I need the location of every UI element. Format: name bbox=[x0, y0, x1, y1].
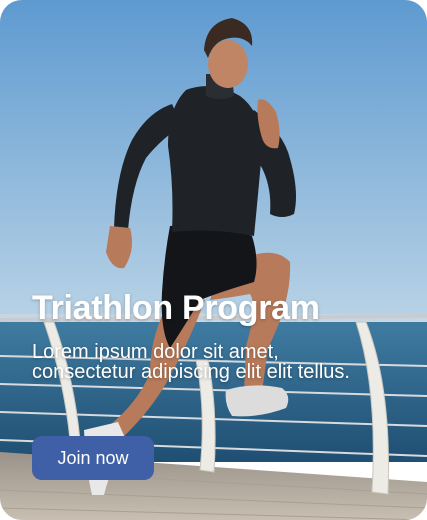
card-content: Triathlon Program Lorem ipsum dolor sit … bbox=[32, 286, 402, 480]
join-now-button[interactable]: Join now bbox=[32, 436, 154, 480]
program-card: Triathlon Program Lorem ipsum dolor sit … bbox=[0, 0, 427, 520]
card-title: Triathlon Program bbox=[32, 289, 320, 327]
card-description: Lorem ipsum dolor sit amet, consectetur … bbox=[32, 341, 350, 383]
